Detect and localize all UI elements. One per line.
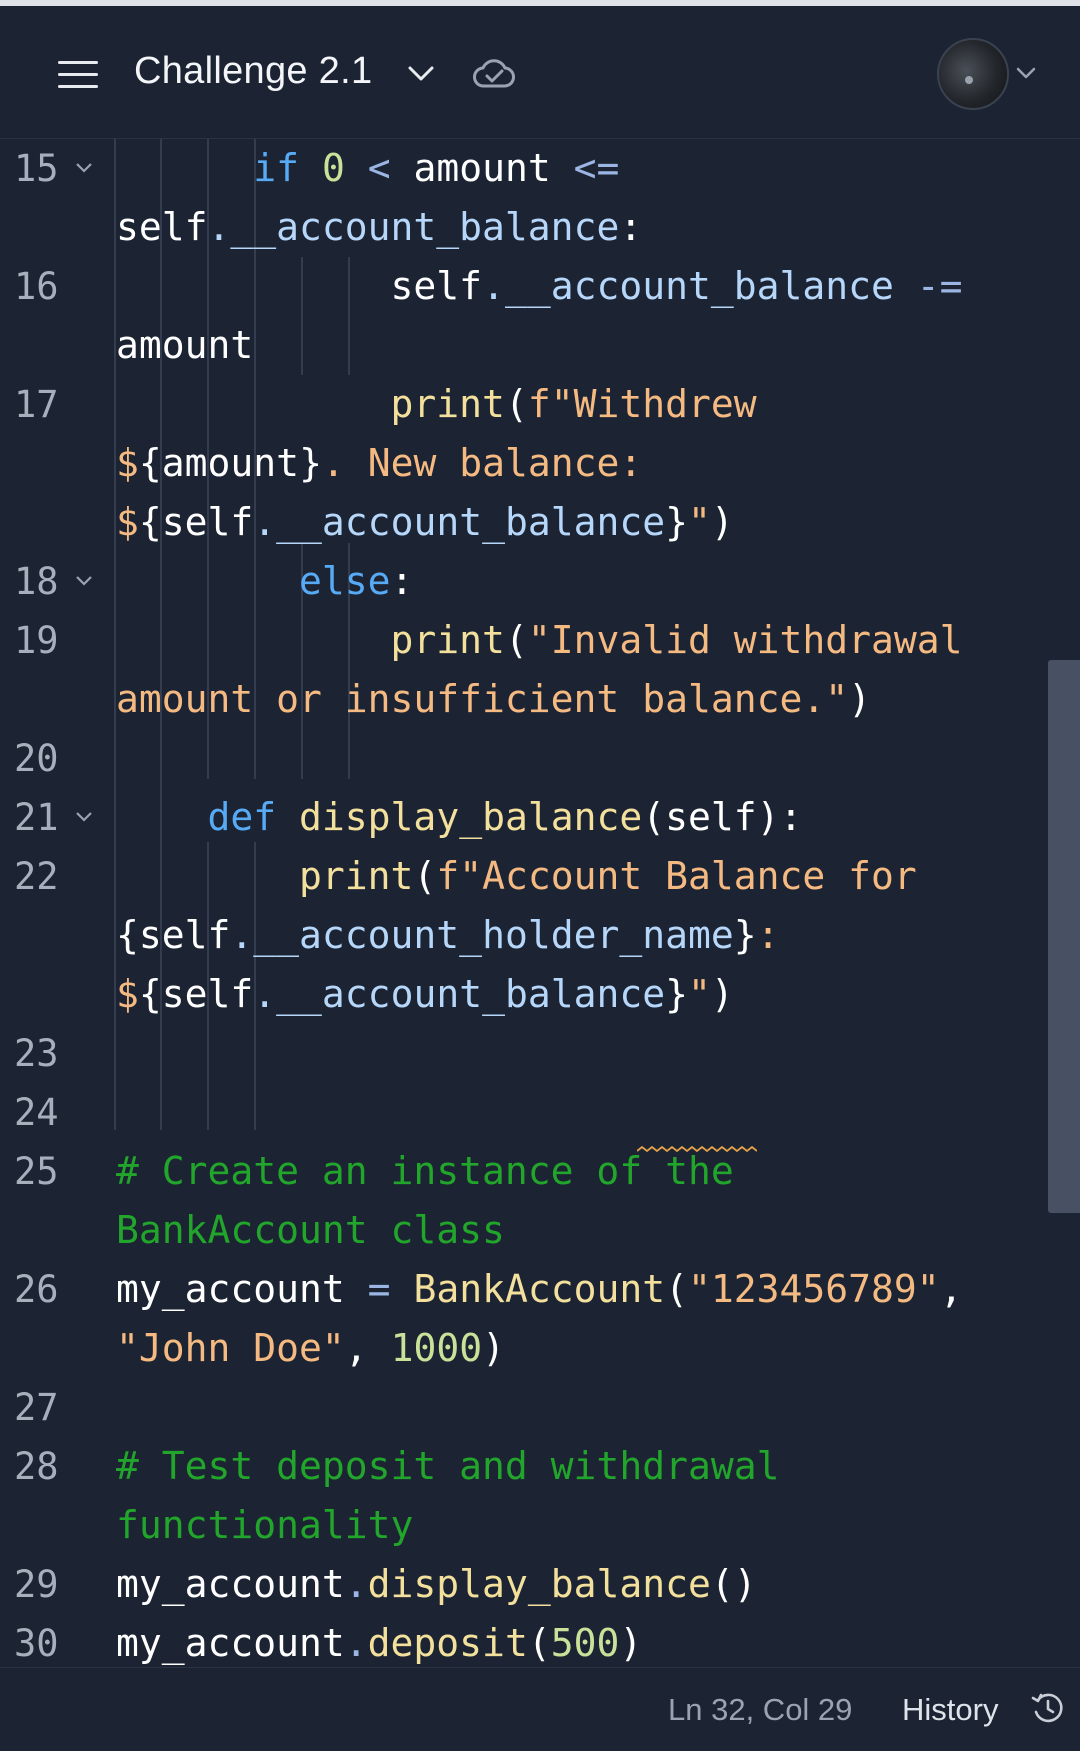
code-text: if 0 < amount <= (253, 146, 620, 190)
code-text: print(f"Withdrew (390, 382, 757, 426)
code-text: amount (116, 323, 254, 367)
status-bar: Ln 32, Col 29 History (0, 1667, 1080, 1751)
code-editor[interactable]: 15 if 0 < amount <= self.__account_balan… (0, 139, 1080, 1667)
line-number: 19 (14, 619, 59, 662)
history-clock-icon[interactable] (1030, 1690, 1066, 1726)
line-number: 26 (14, 1268, 59, 1311)
code-text: "John Doe", 1000) (116, 1326, 505, 1370)
line-number: 18 (14, 560, 59, 603)
code-text: amount or insufficient balance.") (116, 677, 871, 721)
user-avatar[interactable] (937, 38, 1009, 110)
line-number: 16 (14, 265, 59, 308)
avatar-chevron-down-icon[interactable] (1014, 64, 1038, 82)
fold-chevron-icon[interactable] (74, 574, 94, 588)
code-text: {self.__account_holder_name}: (116, 913, 780, 957)
code-comment: BankAccount class (116, 1208, 505, 1252)
fold-chevron-icon[interactable] (74, 810, 94, 824)
code-text: self.__account_balance -= (390, 264, 963, 308)
cursor-position: Ln 32, Col 29 (668, 1692, 853, 1727)
code-text: print(f"Account Balance for (299, 854, 917, 898)
fold-chevron-icon[interactable] (74, 161, 94, 175)
code-text: my_account.display_balance() (116, 1562, 757, 1606)
code-comment: # Create an instance of the (116, 1149, 734, 1193)
code-text: ${amount}. New balance: (116, 441, 643, 485)
code-text: my_account.deposit(500) (116, 1621, 643, 1665)
line-number: 22 (14, 855, 59, 898)
line-number: 20 (14, 737, 59, 780)
hamburger-menu-icon[interactable] (56, 56, 100, 92)
line-number: 23 (14, 1032, 59, 1075)
code-text: ${self.__account_balance}") (116, 972, 734, 1016)
code-comment: # Test deposit and withdrawal (116, 1444, 780, 1488)
line-number: 15 (14, 147, 59, 190)
line-number: 29 (14, 1563, 59, 1606)
page-title[interactable]: Challenge 2.1 (134, 50, 372, 93)
code-text: def display_balance(self): (207, 795, 803, 839)
header-bar: Challenge 2.1 (0, 6, 1080, 139)
vertical-scrollbar[interactable] (1048, 660, 1080, 1213)
line-number: 28 (14, 1445, 59, 1488)
code-text: self.__account_balance: (116, 205, 643, 249)
code-text: print("Invalid withdrawal (390, 618, 963, 662)
code-comment: functionality (116, 1503, 414, 1547)
line-number: 24 (14, 1091, 59, 1134)
code-text: ${self.__account_balance}") (116, 500, 734, 544)
line-number: 30 (14, 1622, 59, 1665)
code-text: my_account = BankAccount("123456789", (116, 1267, 963, 1311)
line-number: 21 (14, 796, 59, 839)
line-number: 17 (14, 383, 59, 426)
chevron-down-icon[interactable] (404, 58, 438, 88)
line-number: 27 (14, 1386, 59, 1429)
code-text: else: (299, 559, 414, 603)
cloud-check-icon[interactable] (472, 56, 516, 92)
history-button[interactable]: History (902, 1692, 998, 1728)
line-number: 25 (14, 1150, 59, 1193)
